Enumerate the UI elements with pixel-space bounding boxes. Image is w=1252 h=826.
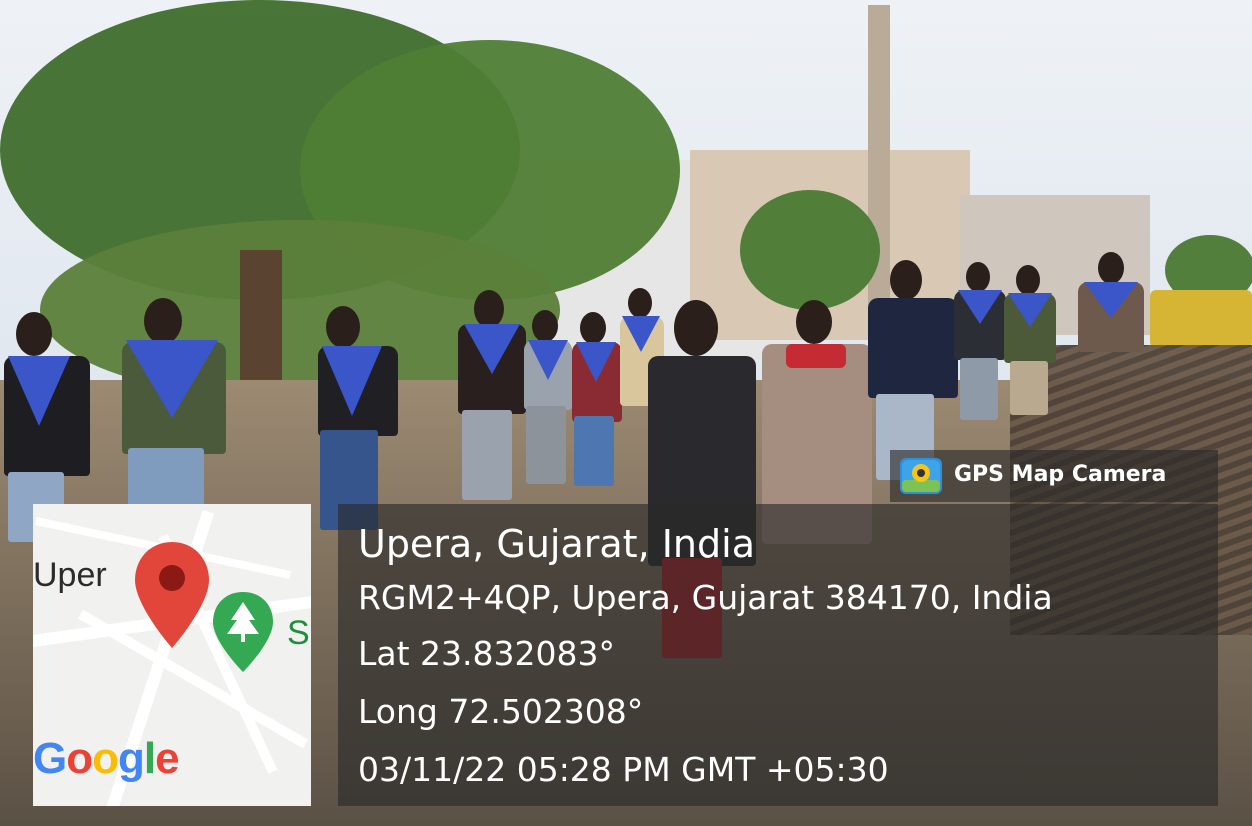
location-info-box: Upera, Gujarat, India RGM2+4QP, Upera, G… (338, 504, 1218, 806)
latitude: Lat 23.832083° (358, 634, 615, 673)
map-thumbnail: Uper S Google (33, 504, 311, 806)
vehicle (1150, 290, 1252, 348)
map-camera-icon (900, 458, 942, 494)
google-logo: Google (33, 734, 180, 783)
person (1000, 265, 1060, 415)
park-tree-icon (211, 590, 275, 674)
person (100, 298, 230, 508)
map-side-label: S (287, 614, 310, 652)
person (300, 306, 420, 536)
map-place-label: Uper (33, 556, 107, 594)
address: RGM2+4QP, Upera, Gujarat 384170, India (358, 578, 1053, 617)
location-pin-icon (133, 540, 211, 650)
gps-map-camera-badge: GPS Map Camera (890, 450, 1218, 502)
timestamp: 03/11/22 05:28 PM GMT +05:30 (358, 750, 889, 789)
gps-badge-label: GPS Map Camera (954, 462, 1167, 487)
person (1070, 252, 1150, 402)
longitude: Long 72.502308° (358, 692, 644, 731)
place-name: Upera, Gujarat, India (358, 522, 755, 566)
